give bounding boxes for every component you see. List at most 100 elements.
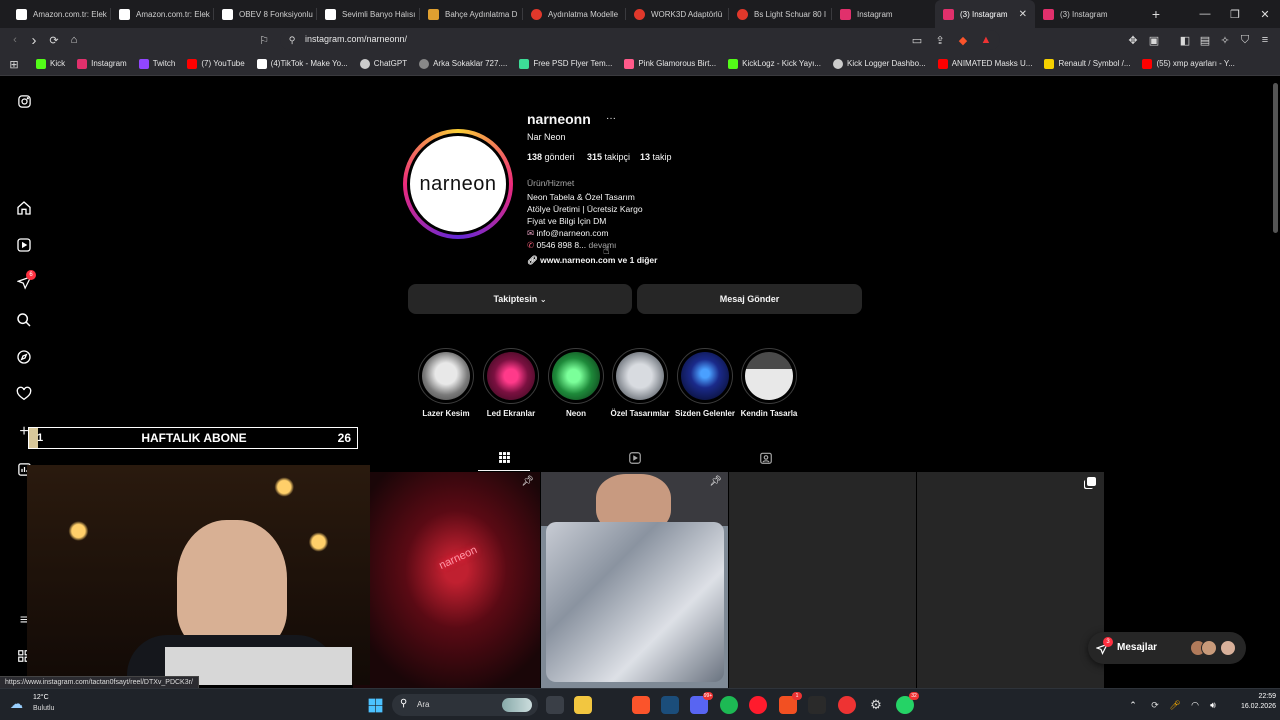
weather-widget[interactable]: ☁ 12°C Bulutlu	[10, 694, 80, 716]
tagged-tab[interactable]	[753, 445, 779, 471]
browser-tab[interactable]: Amazon.com.tr: Elek	[8, 0, 111, 28]
wifi-icon[interactable]: ◠	[1186, 696, 1204, 714]
post-thumbnail[interactable]: narneon 📌︎	[353, 472, 540, 688]
brave-shield-icon[interactable]: ◆	[955, 32, 971, 48]
story-highlight[interactable]: Özel Tasarımlar	[611, 348, 670, 418]
reels-icon[interactable]	[15, 236, 33, 254]
post-thumbnail[interactable]: 📌︎	[541, 472, 728, 688]
taskbar-search[interactable]: ⚲ Ara	[392, 694, 538, 716]
explore-icon[interactable]	[15, 348, 33, 366]
cast-icon[interactable]: ▭	[909, 32, 925, 48]
close-tab-icon[interactable]: ✕	[1019, 9, 1027, 20]
share-icon[interactable]: ⇪	[932, 32, 948, 48]
home-icon[interactable]	[15, 199, 33, 217]
bookmark-item[interactable]: Twitch	[133, 58, 182, 69]
bookmark-item[interactable]: Instagram	[71, 58, 133, 69]
posts-tab[interactable]	[478, 445, 530, 471]
post-thumbnail[interactable]	[729, 472, 916, 688]
menu-icon[interactable]: ≡	[1257, 32, 1273, 48]
volume-icon[interactable]: 🔊︎	[1204, 696, 1222, 714]
bookmark-item[interactable]: Free PSD Flyer Tem...	[513, 58, 618, 69]
vpn-icon[interactable]: ⛉	[1237, 32, 1253, 48]
story-highlight[interactable]: Kendin Tasarla	[741, 348, 797, 418]
reload-icon[interactable]: ⟳	[46, 32, 62, 48]
brave-rewards-icon[interactable]: ▲	[978, 32, 994, 48]
browser-tab[interactable]: Bs Light Schuar 80 I	[729, 0, 832, 28]
bookmark-item[interactable]: Renault / Symbol /...	[1038, 58, 1136, 69]
bookmark-item[interactable]: ANIMATED Masks U...	[932, 58, 1039, 69]
browser-tab[interactable]: (3) Instagram	[1035, 0, 1138, 28]
browser-tab[interactable]: Amazon.com.tr: Elek	[111, 0, 214, 28]
browser-tab[interactable]: OBEV 8 Fonksiyonlu	[214, 0, 317, 28]
bookmark-item[interactable]: (7) YouTube	[181, 58, 250, 69]
bookmark-page-icon[interactable]: ⚐	[256, 32, 272, 48]
bookmark-item[interactable]: Kick Logger Dashbo...	[827, 58, 932, 69]
wallet-icon[interactable]: ▤	[1197, 32, 1213, 48]
browser-tab[interactable]: WORK3D Adaptörlü	[626, 0, 729, 28]
bookmark-item[interactable]: ChatGPT	[354, 58, 413, 69]
following-button[interactable]: Takiptesin ⌄	[408, 284, 632, 314]
browser-tab[interactable]: Sevimli Banyo Halısı	[317, 0, 420, 28]
post-thumbnail[interactable]	[917, 472, 1104, 688]
brave-browser-icon[interactable]	[632, 696, 650, 714]
followers-stat[interactable]: 315 takipçi	[587, 152, 630, 162]
browser-tab[interactable]: Aydınlatma Modelle	[523, 0, 626, 28]
messages-icon[interactable]: 6	[15, 270, 36, 291]
url-text[interactable]: instagram.com/narneonn/	[305, 34, 407, 44]
bookmark-item[interactable]: KickLogz - Kick Yayı...	[722, 58, 827, 69]
maximize-button[interactable]: ❐	[1220, 0, 1250, 28]
bookmark-item[interactable]: (4)TikTok - Make Yo...	[251, 58, 354, 69]
posts-stat[interactable]: 138 gönderi	[527, 152, 575, 162]
instagram-logo-icon[interactable]	[15, 92, 33, 110]
leo-ai-icon[interactable]: ✧	[1217, 32, 1233, 48]
site-info-icon[interactable]: ⚲	[284, 32, 300, 48]
extensions-icon[interactable]: ✥	[1125, 32, 1141, 48]
page-scrollbar[interactable]	[1273, 83, 1278, 233]
website-link[interactable]: 🔗︎ www.narneon.com ve 1 diğer	[527, 255, 657, 266]
whatsapp-icon[interactable]: 32	[896, 692, 919, 714]
clock[interactable]: 22:59 16.02.2026	[1226, 693, 1276, 710]
home-icon[interactable]: ⌂	[66, 32, 82, 48]
messages-floating-button[interactable]: 3 Mesajlar	[1088, 632, 1246, 664]
close-window-button[interactable]: ✕	[1250, 0, 1280, 28]
story-highlight[interactable]: Lazer Kesim	[418, 348, 474, 418]
media-icon[interactable]: ▣	[1146, 32, 1162, 48]
options-icon[interactable]: ···	[606, 113, 616, 124]
story-highlight[interactable]: Neon	[548, 348, 604, 418]
reels-tab[interactable]	[622, 445, 648, 471]
browser-tab-active[interactable]: (3) Instagram ✕	[935, 0, 1035, 28]
opera-icon[interactable]	[749, 696, 767, 714]
discord-icon[interactable]: 99+	[690, 692, 713, 714]
heart-icon[interactable]	[15, 385, 33, 403]
search-icon[interactable]	[15, 311, 33, 329]
network-icon[interactable]: ⟳	[1146, 696, 1164, 714]
story-highlight[interactable]: Led Ekranlar	[483, 348, 539, 418]
back-icon[interactable]: ‹	[7, 32, 23, 48]
story-highlight[interactable]: Sizden Gelenler	[675, 348, 735, 418]
file-explorer-icon[interactable]	[574, 696, 592, 714]
task-view-icon[interactable]	[546, 696, 564, 714]
bookmark-item[interactable]: Kick	[30, 58, 71, 69]
start-menu-icon[interactable]	[366, 696, 384, 714]
microphone-icon[interactable]: 🎤︎	[1166, 696, 1184, 714]
app-icon[interactable]: 1	[779, 692, 802, 714]
avatar[interactable]: narneon	[407, 133, 509, 235]
sidebar-toggle-icon[interactable]: ◧	[1177, 32, 1193, 48]
epic-games-icon[interactable]	[808, 696, 826, 714]
settings-icon[interactable]: ⚙	[867, 696, 885, 714]
send-message-button[interactable]: Mesaj Gönder	[637, 284, 862, 314]
apps-grid-icon[interactable]: ⊞	[6, 56, 22, 72]
following-stat[interactable]: 13 takip	[640, 152, 672, 162]
forward-icon[interactable]: ›	[26, 32, 42, 49]
bookmark-item[interactable]: Pink Glamorous Birt...	[618, 58, 722, 69]
app-icon[interactable]	[838, 696, 856, 714]
new-tab-button[interactable]: +	[1146, 6, 1166, 22]
browser-tab[interactable]: Instagram	[832, 0, 935, 28]
minimize-button[interactable]: —	[1190, 0, 1220, 28]
steam-icon[interactable]	[661, 696, 679, 714]
bookmark-item[interactable]: Arka Sokaklar 727....	[413, 58, 513, 69]
browser-tab[interactable]: Bahçe Aydınlatma D	[420, 0, 523, 28]
spotify-icon[interactable]	[720, 696, 738, 714]
bookmark-item[interactable]: (55) xmp ayarları - Y...	[1136, 58, 1240, 69]
tray-chevron-icon[interactable]: ⌃	[1124, 696, 1142, 714]
